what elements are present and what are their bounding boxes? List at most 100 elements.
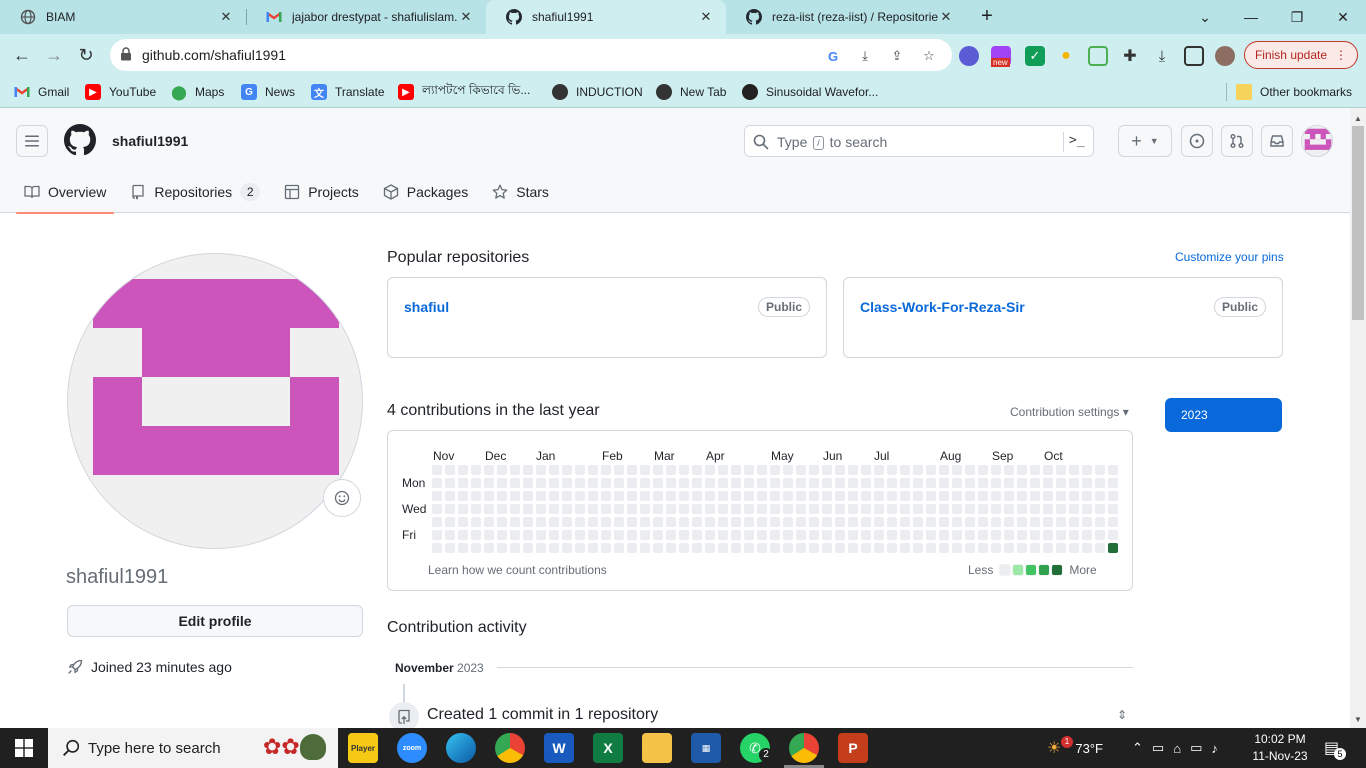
contribution-day[interactable] — [549, 543, 559, 553]
menu-button[interactable] — [16, 125, 48, 157]
chrome-active-app-icon[interactable] — [789, 733, 819, 763]
contribution-day[interactable] — [627, 478, 637, 488]
contribution-day[interactable] — [1004, 517, 1014, 527]
contribution-day[interactable] — [835, 491, 845, 501]
contribution-day[interactable] — [562, 465, 572, 475]
scroll-down-arrow-icon[interactable]: ▼ — [1350, 711, 1366, 727]
contribution-day[interactable] — [978, 478, 988, 488]
contribution-day[interactable] — [991, 543, 1001, 553]
contribution-day[interactable] — [991, 517, 1001, 527]
contribution-day[interactable] — [822, 465, 832, 475]
contribution-day[interactable] — [887, 543, 897, 553]
contribution-day[interactable] — [653, 478, 663, 488]
contribution-day[interactable] — [874, 543, 884, 553]
contribution-day[interactable] — [1030, 504, 1040, 514]
network-icon[interactable]: ⌂ — [1173, 741, 1181, 756]
contribution-day[interactable] — [757, 517, 767, 527]
contribution-day[interactable] — [653, 543, 663, 553]
bookmark-sinusoidal[interactable]: Sinusoidal Wavefor... — [742, 82, 878, 102]
contribution-day[interactable] — [601, 465, 611, 475]
contribution-day[interactable] — [458, 491, 468, 501]
taskbar-clock[interactable]: 10:02 PM 11-Nov-23 — [1250, 731, 1310, 765]
contribution-day[interactable] — [796, 478, 806, 488]
close-window-button[interactable]: ✕ — [1320, 0, 1366, 34]
contribution-day[interactable] — [822, 517, 832, 527]
fold-icon[interactable]: ⇕ — [1117, 708, 1127, 722]
contribution-day[interactable] — [627, 543, 637, 553]
contribution-day[interactable] — [757, 530, 767, 540]
contribution-day[interactable] — [549, 465, 559, 475]
contribution-day[interactable] — [497, 543, 507, 553]
contribution-day[interactable] — [471, 491, 481, 501]
contribution-day[interactable] — [601, 491, 611, 501]
zoom-app-icon[interactable]: zoom — [397, 733, 427, 763]
contribution-day[interactable] — [1108, 478, 1118, 488]
contribution-day[interactable] — [939, 491, 949, 501]
contribution-day[interactable] — [900, 517, 910, 527]
contribution-day[interactable] — [640, 504, 650, 514]
contribution-day[interactable] — [1082, 491, 1092, 501]
player-app-icon[interactable]: Player — [348, 733, 378, 763]
weather-widget[interactable]: ☀ 1 73°F — [1047, 728, 1103, 768]
battery-icon[interactable]: ▭ — [1190, 740, 1202, 756]
contribution-day[interactable] — [939, 478, 949, 488]
contribution-day[interactable] — [692, 465, 702, 475]
contribution-day[interactable] — [562, 530, 572, 540]
contribution-day[interactable] — [432, 478, 442, 488]
contribution-day[interactable] — [783, 478, 793, 488]
bookmark-translate[interactable]: 文 Translate — [311, 82, 385, 102]
contribution-day[interactable] — [848, 543, 858, 553]
contribution-day[interactable] — [978, 530, 988, 540]
contribution-day[interactable] — [679, 543, 689, 553]
other-bookmarks[interactable]: Other bookmarks — [1236, 82, 1352, 102]
contribution-day[interactable] — [484, 491, 494, 501]
contribution-day[interactable] — [913, 543, 923, 553]
contribution-day[interactable] — [1082, 504, 1092, 514]
contribution-day[interactable] — [874, 478, 884, 488]
contribution-day[interactable] — [536, 530, 546, 540]
contribution-day[interactable] — [809, 491, 819, 501]
contribution-day[interactable] — [536, 465, 546, 475]
contribution-day[interactable] — [1043, 465, 1053, 475]
bookmark-star-icon[interactable]: ☆ — [920, 47, 938, 65]
contribution-day[interactable] — [731, 543, 741, 553]
contribution-day[interactable] — [874, 504, 884, 514]
contribution-day[interactable] — [809, 504, 819, 514]
contribution-day[interactable] — [432, 517, 442, 527]
contribution-day[interactable] — [549, 478, 559, 488]
address-bar[interactable]: github.com/shafiul1991 G ⤓ ⇪ ☆ — [110, 39, 952, 71]
tab-search-chevron-icon[interactable]: ⌄ — [1182, 0, 1228, 34]
contribution-day[interactable] — [666, 530, 676, 540]
contribution-day[interactable] — [692, 491, 702, 501]
contribution-day[interactable] — [770, 530, 780, 540]
contribution-day[interactable] — [640, 465, 650, 475]
contribution-day[interactable] — [952, 530, 962, 540]
contribution-day[interactable] — [770, 517, 780, 527]
bookmark-news[interactable]: G News — [241, 82, 295, 102]
contribution-day[interactable] — [575, 543, 585, 553]
contribution-day[interactable] — [445, 543, 455, 553]
contribution-day[interactable] — [978, 504, 988, 514]
start-button[interactable] — [0, 728, 48, 768]
volume-icon[interactable]: ♪ — [1211, 741, 1218, 756]
contribution-day[interactable] — [757, 478, 767, 488]
profile-avatar-icon[interactable] — [1215, 46, 1235, 66]
contribution-day[interactable] — [952, 543, 962, 553]
contribution-day[interactable] — [666, 543, 676, 553]
scroll-up-arrow-icon[interactable]: ▲ — [1350, 110, 1366, 126]
contribution-day[interactable] — [705, 504, 715, 514]
close-icon[interactable]: ✕ — [218, 9, 234, 25]
bookmark-new-tab[interactable]: New Tab — [656, 82, 726, 102]
back-arrow-icon[interactable]: ← — [9, 42, 35, 68]
contribution-day[interactable] — [614, 491, 624, 501]
browser-tab-reza-repos[interactable]: reza-iist (reza-iist) / Repositories ✕ — [726, 0, 966, 34]
contribution-day[interactable] — [822, 543, 832, 553]
meet-now-icon[interactable]: ▭ — [1152, 740, 1164, 756]
contribution-day[interactable] — [835, 465, 845, 475]
contribution-day[interactable] — [484, 478, 494, 488]
contribution-day[interactable] — [471, 543, 481, 553]
browser-tab-gmail[interactable]: jajabor drestypat - shafiulislam.m ✕ — [246, 0, 486, 34]
contribution-day[interactable] — [1095, 543, 1105, 553]
contribution-day[interactable] — [523, 530, 533, 540]
contribution-day[interactable] — [965, 465, 975, 475]
